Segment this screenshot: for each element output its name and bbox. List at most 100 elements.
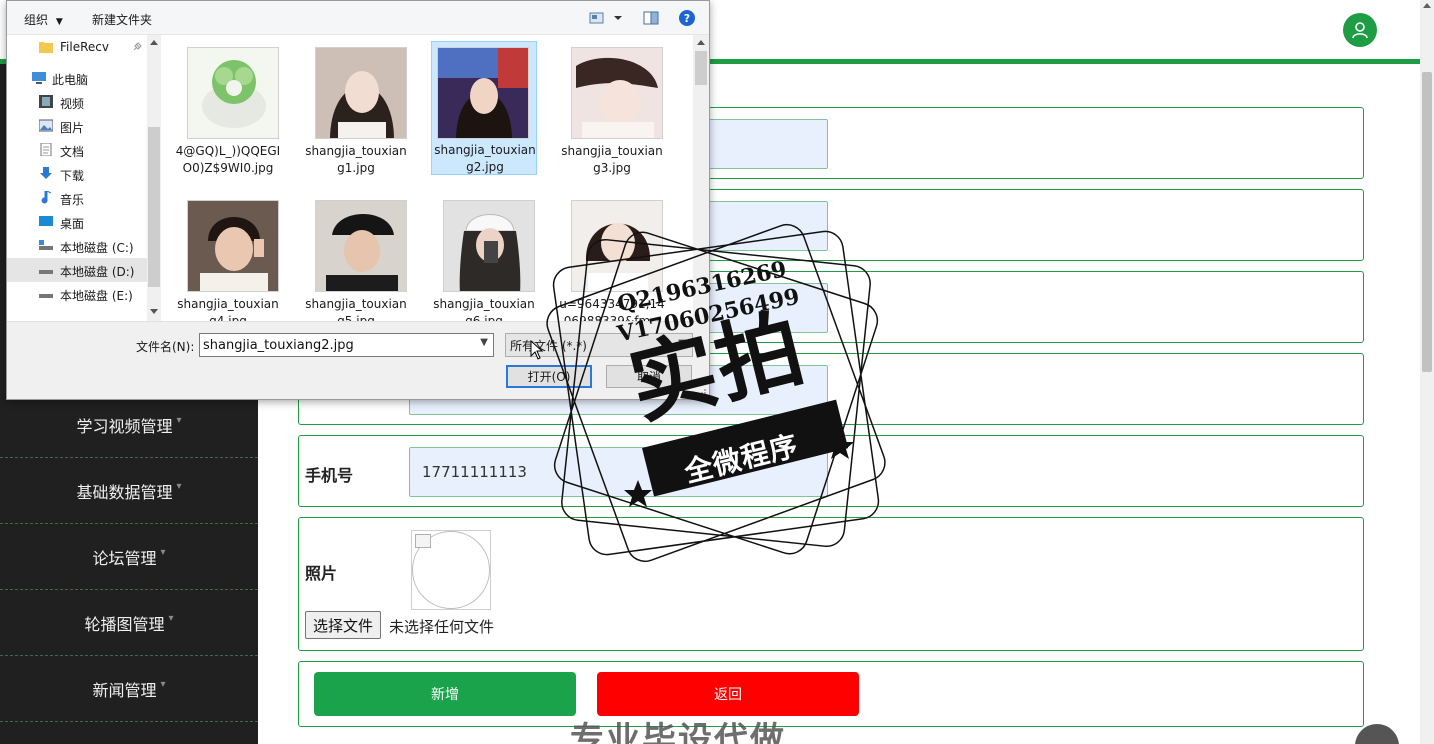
photo-preview [411,530,491,610]
mouse-cursor-icon [530,340,544,360]
nav-item-label: 下载 [60,169,85,183]
file-type-value: 所有文件 (*.*) [510,338,587,353]
caret-icon: ▾ [176,481,182,492]
sidebar-item-carousel[interactable]: 轮播图管理 ▾ [0,590,258,656]
file-open-dialog: 组织 ▼ 新建文件夹 ? FileRecv 此电脑 视频 图片 文档 下载 音乐… [6,0,710,400]
choose-file-button[interactable]: 选择文件 [305,611,382,639]
watermark-bottom-text: 专业毕设代做 [570,720,786,744]
photo-label: 照片 [305,564,338,583]
nav-item-drive-c[interactable]: 本地磁盘 (C:) [7,234,147,258]
help-icon[interactable]: ? [679,10,695,26]
nav-item-this-pc[interactable]: 此电脑 [7,66,147,90]
nav-pane-scrollbar-thumb[interactable] [148,127,160,287]
file-list-scrollbar-thumb[interactable] [695,51,707,85]
open-button[interactable]: 打开(O) [506,365,592,388]
file-thumbnail [571,47,663,139]
file-thumbnail [443,200,535,292]
download-icon [40,167,52,179]
drive-icon [39,240,53,250]
music-icon [41,191,52,204]
nav-item-label: 文档 [60,145,85,159]
sidebar-item-label: 轮播图管理 [84,614,165,634]
no-file-text: 未选择任何文件 [389,618,495,636]
user-avatar-icon[interactable] [1343,13,1377,47]
page-scrollbar-thumb[interactable] [1422,72,1432,372]
file-item[interactable]: shangjia_touxiang1.jpg [303,43,409,177]
nav-item-downloads[interactable]: 下载 [7,162,147,186]
filename-label: 文件名(N): [136,340,195,354]
organize-menu[interactable]: 组织 ▼ [24,11,63,28]
nav-item-label: 图片 [60,121,85,135]
caret-icon: ▾ [160,547,166,558]
file-list: 4@GQ)L_))QQEGIO0)Z$9WI0.jpg shangjia_tou… [163,35,693,321]
file-name: shangjia_touxiang1.jpg [305,144,407,175]
navigation-pane: FileRecv 此电脑 视频 图片 文档 下载 音乐 桌面 本地磁盘 (C:)… [7,35,147,321]
caret-icon: ▾ [160,679,166,690]
scroll-up-arrow-icon[interactable] [150,40,158,45]
file-item[interactable]: shangjia_touxiang5.jpg [303,196,409,321]
nav-item-label: 此电脑 [52,73,89,87]
nav-item-label: 桌面 [60,217,85,231]
file-item[interactable]: 4@GQ)L_))QQEGIO0)Z$9WI0.jpg [175,43,281,177]
nav-item-music[interactable]: 音乐 [7,186,147,210]
form-row-actions: 新增 返回 [298,661,1364,727]
pin-icon [133,42,142,51]
chevron-down-icon[interactable]: ▼ [480,337,488,348]
scroll-up-arrow-icon[interactable] [1423,3,1431,8]
organize-label: 组织 [24,13,49,27]
scroll-up-arrow-icon[interactable] [697,40,705,45]
nav-item-label: 视频 [60,97,85,111]
file-thumbnail [315,47,407,139]
nav-item-drive-d[interactable]: 本地磁盘 (D:) [7,258,147,282]
nav-pane-scrollbar[interactable] [147,35,161,321]
new-folder-button[interactable]: 新建文件夹 [92,11,152,28]
sidebar-item-video[interactable]: 学习视频管理 ▾ [0,392,258,458]
file-item[interactable]: shangjia_touxiang3.jpg [559,43,665,177]
view-mode-icon[interactable] [589,10,623,29]
nav-item-label: 本地磁盘 (D:) [60,265,135,279]
caret-icon: ▾ [176,415,182,426]
nav-item-drive-e[interactable]: 本地磁盘 (E:) [7,282,147,306]
folder-icon [39,42,53,53]
drive-icon [39,270,53,274]
sidebar-item-forum[interactable]: 论坛管理 ▾ [0,524,258,590]
filename-input[interactable]: shangjia_touxiang2.jpg ▼ [199,333,494,357]
nav-item-videos[interactable]: 视频 [7,90,147,114]
nav-item-label: 本地磁盘 (C:) [60,241,134,255]
preview-pane-icon[interactable] [643,10,659,29]
nav-item-pictures[interactable]: 图片 [7,114,147,138]
form-row-photo: 照片 选择文件 未选择任何文件 [298,517,1364,651]
add-button[interactable]: 新增 [314,672,576,716]
nav-item-documents[interactable]: 文档 [7,138,147,162]
picture-icon [39,119,53,132]
drive-icon [39,294,53,298]
broken-image-icon [415,534,431,548]
filename-value: shangjia_touxiang2.jpg [203,337,354,353]
phone-label: 手机号 [305,466,354,485]
file-item-selected[interactable]: shangjia_touxiang2.jpg [431,41,537,175]
file-item[interactable]: shangjia_touxiang6.jpg [431,196,537,321]
file-thumbnail [187,47,279,139]
page-scrollbar[interactable] [1420,0,1434,744]
file-name: shangjia_touxiang6.jpg [433,297,535,321]
file-thumbnail [571,200,663,292]
file-item[interactable]: shangjia_touxiang4.jpg [175,196,281,321]
scroll-down-arrow-icon[interactable] [150,309,158,314]
desktop-icon [39,216,53,226]
sidebar-item-label: 学习视频管理 [76,416,173,436]
sidebar-item-label: 论坛管理 [92,548,157,568]
back-button[interactable]: 返回 [597,672,859,716]
sidebar-item-label: 基础数据管理 [76,482,173,502]
back-to-top-button[interactable] [1355,724,1399,744]
caret-icon: ▾ [168,613,174,624]
chevron-down-icon: ▼ [55,17,63,27]
file-name: shangjia_touxiang4.jpg [177,297,279,321]
sidebar-item-label: 新闻管理 [92,680,157,700]
nav-item-label: 音乐 [60,193,85,207]
document-icon [40,143,52,156]
sidebar-item-basic-data[interactable]: 基础数据管理 ▾ [0,458,258,524]
nav-item-filerecv[interactable]: FileRecv [7,35,147,59]
sidebar-item-news[interactable]: 新闻管理 ▾ [0,656,258,722]
nav-item-desktop[interactable]: 桌面 [7,210,147,234]
video-icon [39,95,53,108]
